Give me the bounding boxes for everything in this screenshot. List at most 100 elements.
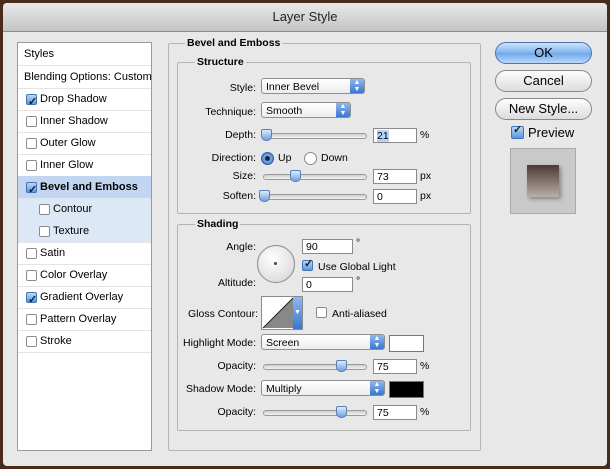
preview-checkbox[interactable] [511,123,524,139]
blending-options[interactable]: Blending Options: Custom [18,66,152,89]
shadow-opacity-value: 75 [377,407,389,419]
size-slider-thumb[interactable] [289,170,301,182]
dropdown-arrow-icon: ▼ [293,297,302,329]
highlight-mode-select[interactable]: Screen ▲ ▼ [261,334,385,350]
style-item-checkbox[interactable] [26,314,37,325]
style-item-label: Satin [40,247,66,259]
size-input[interactable]: 73 [373,169,417,184]
soften-label: Soften: [222,190,256,202]
anti-aliased-label: Anti-aliased [332,308,387,320]
style-item-stroke[interactable]: Stroke [18,330,151,353]
shadow-opacity-input[interactable]: 75 [373,405,417,420]
depth-slider-thumb[interactable] [261,129,273,141]
anti-aliased-checkbox[interactable] [316,307,327,318]
shadow-color-swatch[interactable] [389,381,424,398]
style-item-label: Bevel and Emboss [40,181,138,193]
technique-select[interactable]: Smooth ▲ ▼ [261,102,351,118]
style-item-color-overlay[interactable]: Color Overlay [18,264,151,287]
style-item-checkbox[interactable] [26,179,37,201]
highlight-opacity-slider[interactable] [263,360,367,372]
depth-slider[interactable] [261,129,367,141]
style-item-checkbox[interactable] [26,248,37,259]
style-label: Style: [229,82,256,94]
style-item-checkbox[interactable] [26,116,37,127]
gloss-contour-picker[interactable]: ▼ [261,296,303,330]
select-arrows-icon: ▲ ▼ [336,103,350,117]
style-item-contour[interactable]: Contour [18,198,151,221]
global-light-label: Use Global Light [318,261,396,273]
style-item-checkbox[interactable] [26,138,37,149]
select-arrows-icon: ▲ ▼ [370,335,384,349]
angle-input[interactable]: 90 [302,239,353,254]
depth-unit: % [420,129,430,141]
contour-curve-icon [262,297,294,329]
style-item-checkbox[interactable] [26,270,37,281]
style-item-bevel-and-emboss[interactable]: Bevel and Emboss [18,176,151,201]
style-item-pattern-overlay[interactable]: Pattern Overlay [18,308,151,331]
global-light-checkbox[interactable] [302,257,313,271]
style-item-checkbox[interactable] [26,336,37,347]
highlight-color-swatch[interactable] [389,335,424,352]
altitude-input-value: 0 [306,279,312,291]
style-item-checkbox[interactable] [26,160,37,171]
style-select-value: Inner Bevel [266,81,320,93]
style-item-label: Drop Shadow [40,93,107,105]
shadow-opacity-slider[interactable] [263,406,367,418]
soften-input-value: 0 [377,191,383,203]
depth-input[interactable]: 21 [373,128,417,143]
altitude-input[interactable]: 0 [302,277,353,292]
soften-slider[interactable] [259,190,367,202]
soften-slider-thumb[interactable] [259,190,270,202]
cancel-button[interactable]: Cancel [495,70,592,92]
shadow-opacity-thumb[interactable] [335,406,347,418]
direction-down-radio[interactable] [304,152,317,165]
styles-header-label: Styles [24,48,54,60]
style-item-checkbox[interactable] [26,91,37,113]
preview-label: Preview [528,125,575,140]
style-item-gradient-overlay[interactable]: Gradient Overlay [18,286,151,311]
direction-label: Direction: [211,152,256,164]
style-item-inner-shadow[interactable]: Inner Shadow [18,110,151,133]
style-item-checkbox[interactable] [26,289,37,311]
size-label: Size: [232,170,256,182]
style-item-checkbox[interactable] [39,204,50,215]
ok-button[interactable]: OK [495,42,592,64]
size-slider[interactable] [263,170,367,182]
style-select[interactable]: Inner Bevel ▲ ▼ [261,78,365,94]
style-item-texture[interactable]: Texture [18,220,151,243]
style-item-label: Gradient Overlay [40,291,124,303]
new-style-button[interactable]: New Style... [495,98,592,120]
highlight-mode-value: Screen [266,337,300,349]
size-input-value: 73 [377,171,389,183]
shadow-mode-label: Shadow Mode: [185,383,256,395]
technique-label: Technique: [205,106,256,118]
style-item-inner-glow[interactable]: Inner Glow [18,154,151,177]
shadow-mode-select[interactable]: Multiply ▲ ▼ [261,380,385,396]
highlight-opacity-thumb[interactable] [335,360,347,372]
angle-unit: ° [356,237,361,249]
shadow-mode-value: Multiply [266,383,302,395]
styles-list: Styles Blending Options: Custom Drop Sha… [17,42,152,451]
style-item-satin[interactable]: Satin [18,242,151,265]
angle-dial-center-icon [274,262,277,265]
altitude-unit: ° [356,275,361,287]
style-item-label: Stroke [40,335,72,347]
style-item-drop-shadow[interactable]: Drop Shadow [18,88,151,113]
styles-header[interactable]: Styles [18,43,151,66]
technique-select-value: Smooth [266,105,303,117]
window-title: Layer Style [3,3,607,32]
soften-unit: px [420,190,432,202]
direction-up-radio[interactable] [261,152,274,165]
soften-input[interactable]: 0 [373,189,417,204]
bevel-emboss-title: Bevel and Emboss [185,37,283,49]
style-item-outer-glow[interactable]: Outer Glow [18,132,151,155]
layer-style-dialog: Layer Style Styles Blending Options: Cus… [3,3,607,466]
depth-input-value: 21 [377,130,389,142]
style-item-checkbox[interactable] [39,226,50,237]
highlight-opacity-input[interactable]: 75 [373,359,417,374]
style-item-label: Inner Shadow [40,115,108,127]
select-arrows-icon: ▲ ▼ [370,381,384,395]
shadow-opacity-unit: % [420,406,430,418]
highlight-opacity-unit: % [420,360,430,372]
angle-dial[interactable] [257,245,295,283]
